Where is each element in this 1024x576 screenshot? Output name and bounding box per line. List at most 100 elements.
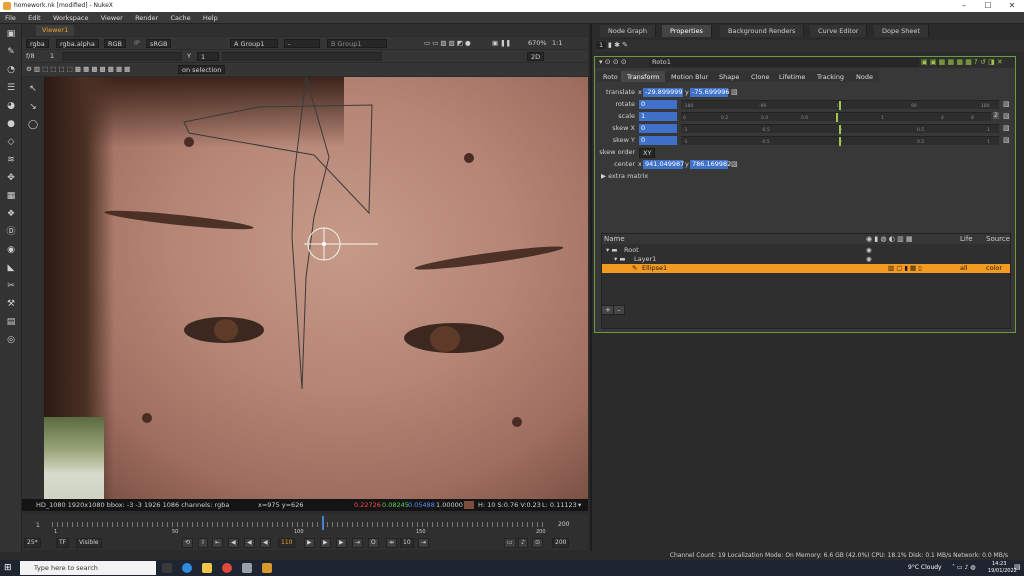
timeline-start[interactable]: 1 — [36, 522, 40, 529]
menu-help[interactable]: Help — [198, 12, 223, 24]
keyer-icon[interactable]: ◇ — [5, 136, 17, 148]
skip-forward-icon[interactable]: ⇥ — [418, 538, 430, 548]
merge-icon[interactable]: ≋ — [5, 154, 17, 166]
fps-dropdown[interactable]: 25* — [24, 538, 41, 548]
notification-icon[interactable]: ▤ — [1014, 563, 1021, 571]
viewer-canvas[interactable] — [44, 77, 588, 499]
center-y-field[interactable]: 786.169982 — [690, 160, 731, 169]
filter-icon[interactable]: ● — [5, 118, 17, 130]
settings-icon[interactable] — [242, 563, 252, 573]
play-forward-icon[interactable]: ▶ — [304, 538, 315, 548]
on-selection-dropdown[interactable]: on selection — [178, 65, 226, 74]
tab-shape[interactable]: Shape — [713, 71, 746, 82]
end-frame-field[interactable]: 200 — [552, 538, 570, 548]
visibility-icon[interactable]: ◉ — [866, 255, 872, 263]
in-point-button[interactable]: I — [198, 538, 208, 548]
scale-anim-icon[interactable]: ▧ — [1003, 112, 1010, 120]
roto-tool-icons[interactable]: ⚙ ▥ ⬚ ⬚ ⬚ ⬚ ▩ ▩ ▩ ▩ ▩ ▩ ▩ — [26, 65, 130, 74]
menu-cache[interactable]: Cache — [165, 12, 195, 24]
audio-icon[interactable]: ♪ — [518, 538, 528, 548]
tree-col-name[interactable]: Name — [604, 235, 625, 243]
tab-background-renders[interactable]: Background Renders — [720, 25, 805, 37]
tray-icons[interactable]: ˄ ▭ ♪ ◍ — [952, 564, 975, 571]
last-frame-icon[interactable]: ⇥ — [352, 538, 364, 548]
skewx-field[interactable]: 0 — [639, 124, 677, 133]
out-point-button[interactable]: O — [368, 538, 379, 548]
visible-dropdown[interactable]: Visible — [76, 538, 102, 548]
menu-viewer[interactable]: Viewer — [96, 12, 128, 24]
channel-alpha-dropdown[interactable]: rgba.alpha — [56, 39, 99, 48]
maximize-button[interactable]: ☐ — [976, 0, 1000, 12]
tree-col-life[interactable]: Life — [960, 235, 973, 243]
node-name-field[interactable]: Roto1 — [649, 58, 919, 67]
tab-roto[interactable]: Roto — [597, 71, 624, 82]
step-forward-icon[interactable]: ▶ — [320, 538, 331, 548]
panel-tools-icons[interactable]: ▮ ✱ ✎ — [608, 41, 628, 49]
image-read-icon[interactable]: ▣ — [5, 28, 17, 40]
tf-dropdown[interactable]: TF — [56, 538, 70, 548]
monitor-icon[interactable]: ▭ — [504, 538, 516, 548]
extra-matrix-toggle[interactable]: ▶ extra matrix — [601, 172, 648, 180]
skewy-slider[interactable]: -1-0.500.51 — [681, 136, 999, 146]
channel-icon[interactable]: ☰ — [5, 82, 17, 94]
node-header-icons[interactable]: ▣ ▣ ▦ ▦ ▦ ▦ ? ↺ ◨ ✕ — [921, 58, 1003, 66]
menu-file[interactable]: File — [0, 12, 21, 24]
menu-render[interactable]: Render — [130, 12, 163, 24]
scale-split-button[interactable]: 2 — [993, 112, 999, 119]
tree-row-source[interactable]: color — [986, 264, 1002, 272]
file-explorer-icon[interactable] — [202, 563, 212, 573]
time-icon[interactable]: ◔ — [5, 64, 17, 76]
tab-curve-editor[interactable]: Curve Editor — [810, 25, 868, 37]
other-icon[interactable]: ✂ — [5, 280, 17, 292]
weather-text[interactable]: 9°C Cloudy — [908, 564, 942, 571]
transform-jack-center[interactable] — [322, 242, 326, 246]
tab-clone[interactable]: Clone — [745, 71, 776, 82]
tab-node-graph[interactable]: Node Graph — [600, 25, 656, 37]
first-frame-icon[interactable]: ⇤ — [212, 538, 224, 548]
center-x-field[interactable]: 941.049987 — [643, 160, 684, 169]
skewx-slider[interactable]: -1-0.500.51 — [681, 124, 999, 134]
gamma-value[interactable]: 1 — [197, 52, 219, 61]
view-mode-dropdown[interactable]: 2D — [527, 52, 545, 61]
tab-dope-sheet[interactable]: Dope Sheet — [874, 25, 929, 37]
transform-icon[interactable]: ✥ — [5, 172, 17, 184]
tab-tracking[interactable]: Tracking — [811, 71, 851, 82]
taskbar-search[interactable]: Type here to search — [20, 561, 156, 575]
tab-viewer1[interactable]: Viewer1 — [36, 25, 75, 36]
deep-icon[interactable]: ◣ — [5, 262, 17, 274]
loop-icon[interactable]: ⟲ — [182, 538, 194, 548]
scale-slider[interactable]: 0 0.2 0.4 0.6 1 4 8 — [681, 112, 991, 122]
windows-start-icon[interactable]: ⊞ — [4, 563, 12, 573]
tree-header-icons[interactable]: ◉ ▮ ◍ ◐ ▥ ▦ — [866, 235, 913, 243]
tab-transform[interactable]: Transform — [621, 71, 666, 82]
particles-icon[interactable]: ◉ — [5, 244, 17, 256]
colorspace-dropdown[interactable]: RGB — [104, 39, 127, 48]
translate-anim-icon[interactable]: ▧ — [731, 88, 738, 96]
rotate-slider[interactable]: -180-90090180 — [681, 100, 999, 110]
roto-curve-1[interactable] — [183, 104, 373, 215]
timeline[interactable]: 1 1 50 100 150 200 200 — [22, 514, 588, 536]
gain-slider[interactable] — [62, 52, 182, 61]
lut-dropdown[interactable]: sRGB — [146, 39, 172, 48]
frame-step-field[interactable]: 10 — [400, 538, 414, 548]
tree-row-layer1[interactable]: ▾ ▬ Layer1 ◉ — [602, 255, 1010, 264]
tree-col-source[interactable]: Source — [986, 235, 1010, 243]
roto-shape-overlay[interactable] — [44, 77, 588, 499]
skewx-anim-icon[interactable]: ▧ — [1003, 124, 1010, 132]
draw-icon[interactable]: ✎ — [5, 46, 17, 58]
tab-motion-blur[interactable]: Motion Blur — [665, 71, 715, 82]
gamma-slider[interactable] — [222, 52, 382, 61]
translate-x-field[interactable]: -29.899999 — [643, 88, 683, 97]
tab-node[interactable]: Node — [850, 71, 879, 82]
timeline-playhead[interactable] — [322, 516, 324, 530]
color-icon[interactable]: ◕ — [5, 100, 17, 112]
skip-icon[interactable]: ⇹ — [386, 538, 398, 548]
rotate-anim-icon[interactable]: ▧ — [1003, 100, 1010, 108]
step-back-icon[interactable]: ◀ — [244, 538, 255, 548]
ip-button[interactable]: IP — [134, 39, 140, 48]
close-button[interactable]: ✕ — [1000, 0, 1024, 12]
roto-curve-2[interactable] — [291, 77, 330, 390]
translate-y-field[interactable]: -75.699996 — [690, 88, 730, 97]
skewy-anim-icon[interactable]: ▧ — [1003, 136, 1010, 144]
select-arrow-icon[interactable]: ↖ — [27, 83, 39, 95]
